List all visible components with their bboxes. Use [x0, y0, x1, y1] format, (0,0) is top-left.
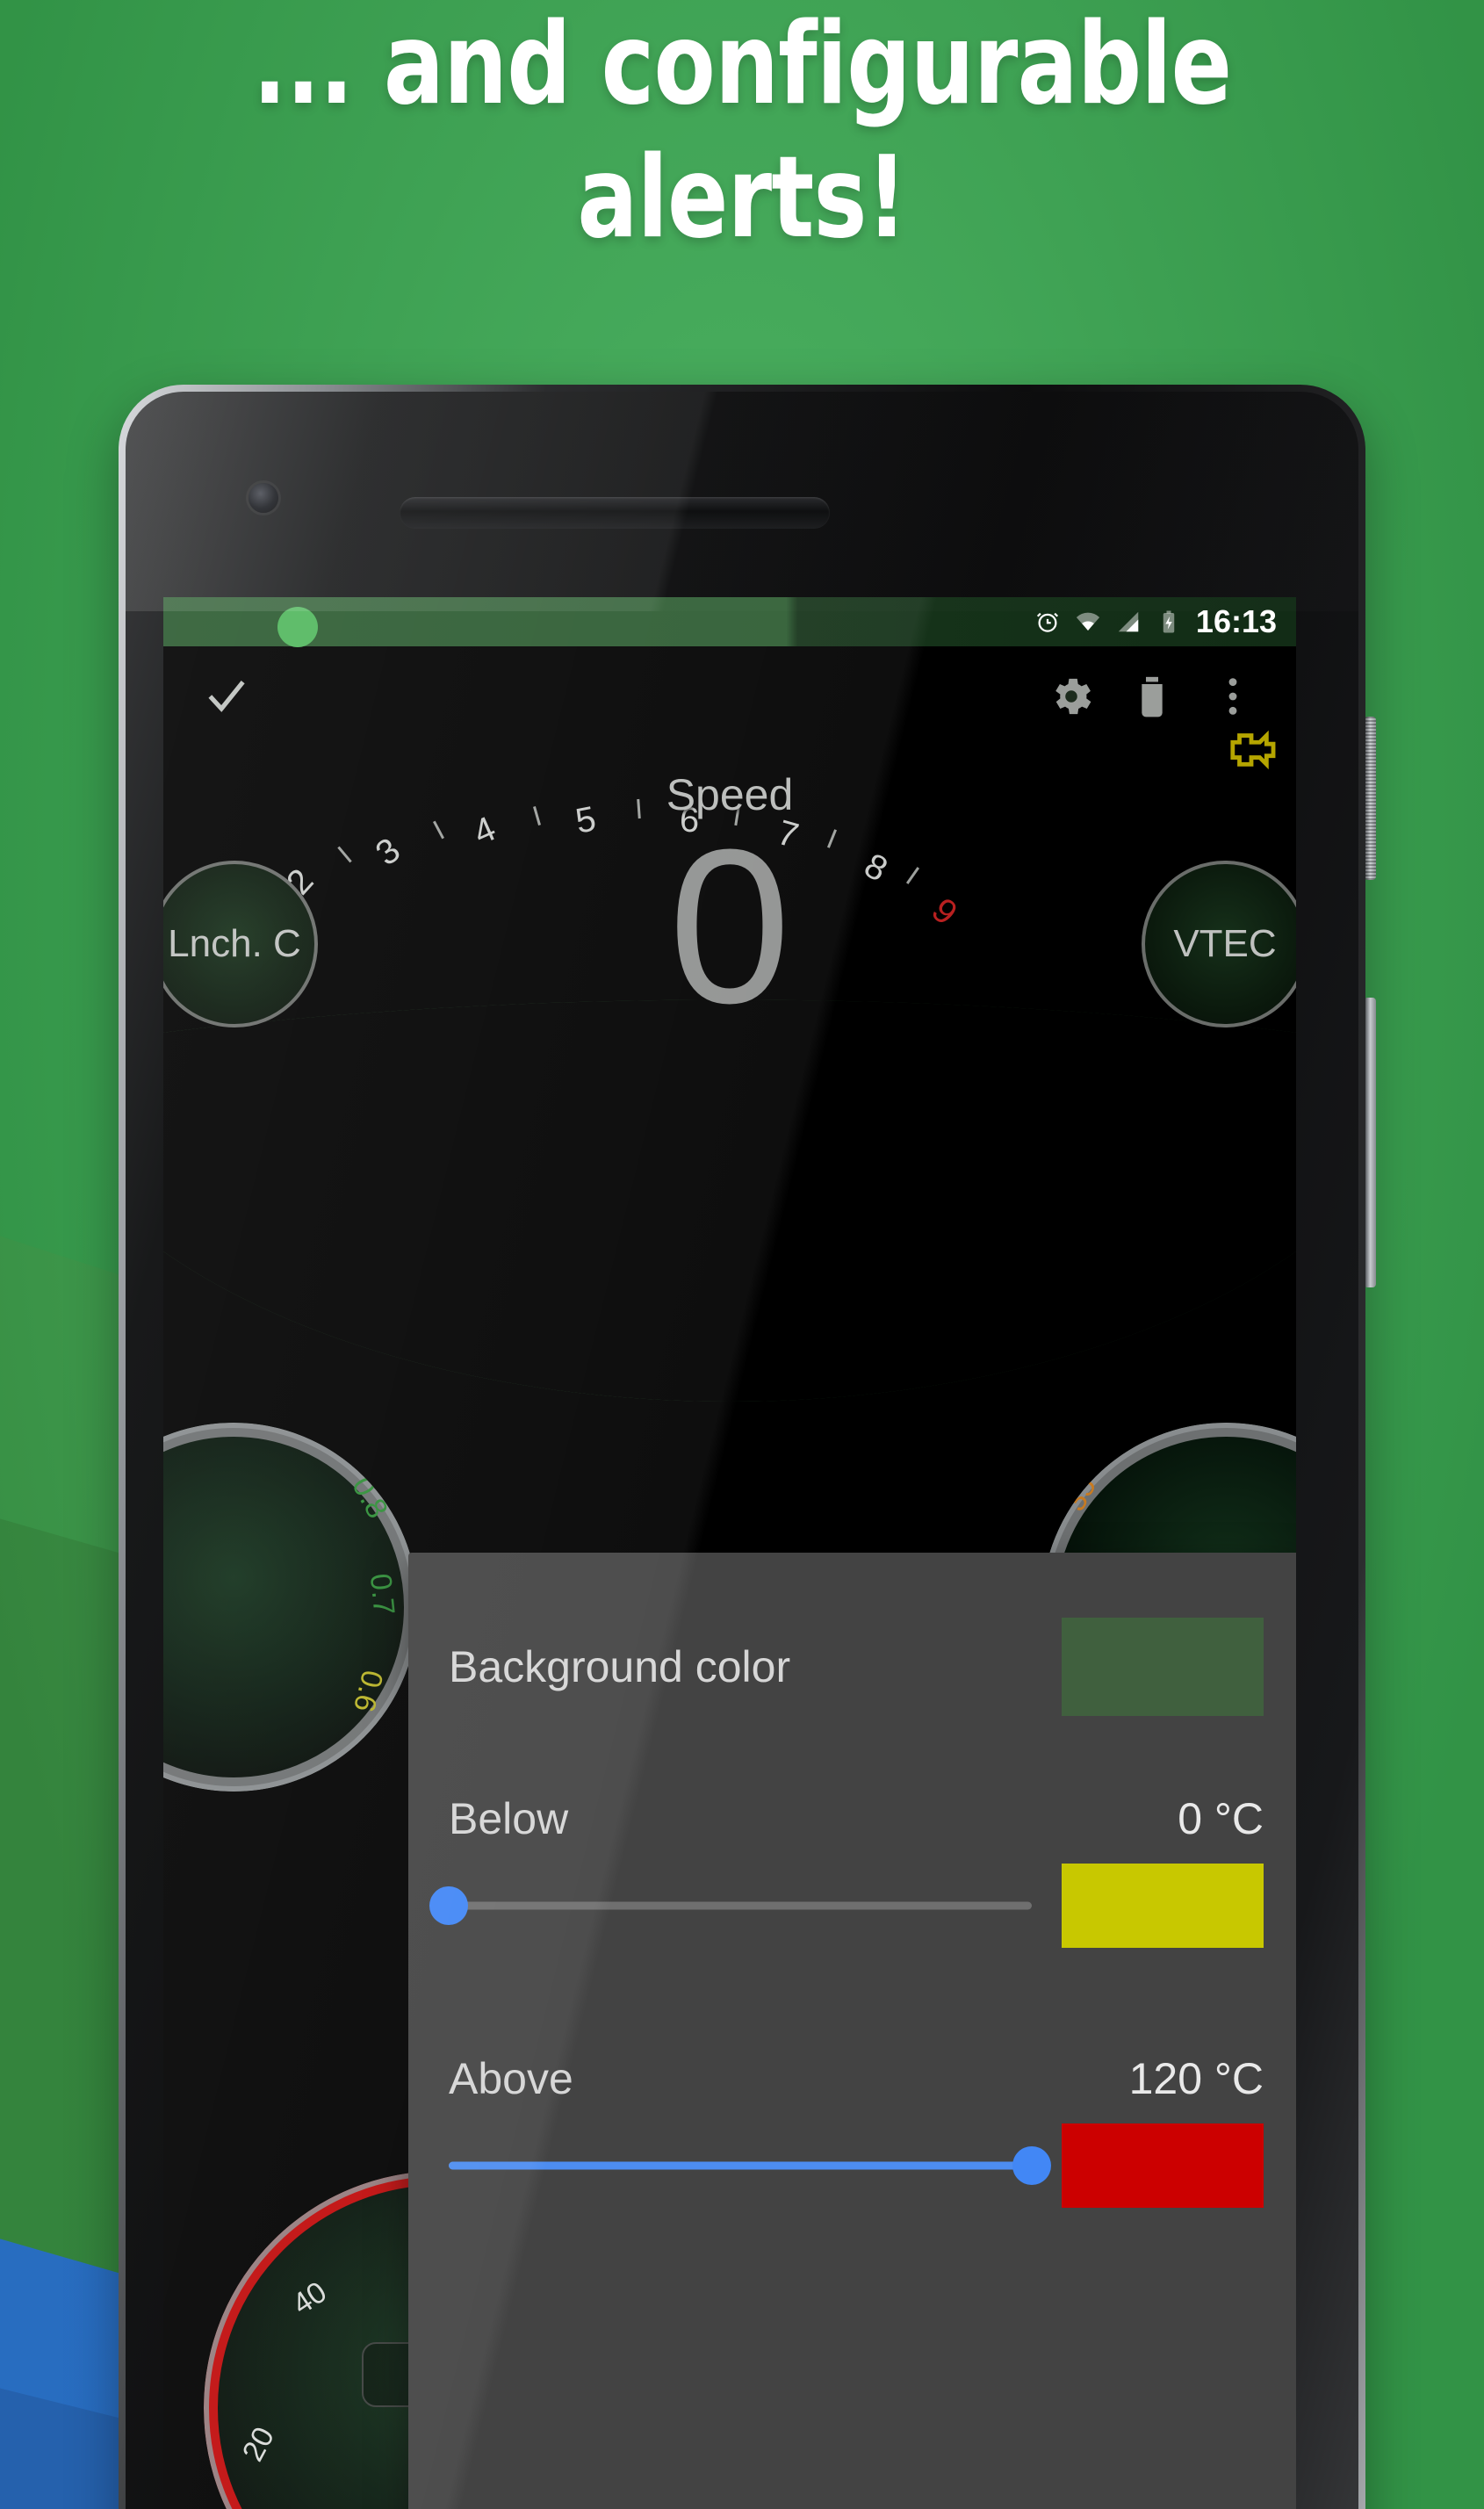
promo-headline: ... and configurable alerts! [148, 9, 1336, 255]
above-value: 120 °C [1128, 2054, 1264, 2103]
dialog-actions: CANCEL OK [408, 2505, 1296, 2509]
above-label: Above [449, 2054, 573, 2103]
above-slider-thumb[interactable] [1012, 2146, 1051, 2185]
above-slider[interactable] [449, 2145, 1051, 2186]
ok-button[interactable]: OK [1141, 2505, 1246, 2509]
below-slider[interactable] [429, 1885, 1032, 1926]
below-label: Below [449, 1794, 569, 1843]
speed-value: 0 [668, 804, 791, 1049]
below-slider-track [449, 1901, 1032, 1910]
settings-button[interactable] [1031, 663, 1112, 730]
phone-power-button[interactable] [1365, 717, 1376, 880]
below-slider-thumb[interactable] [429, 1886, 468, 1925]
below-color-swatch[interactable] [1062, 1864, 1264, 1948]
headline-line-2: alerts! [577, 133, 907, 263]
below-threshold-row: Below 0 °C [449, 1793, 1264, 1844]
gear-icon [1055, 678, 1091, 715]
background-color-label: Background color [449, 1642, 791, 1691]
delete-button[interactable] [1112, 663, 1192, 730]
wifi-icon [1076, 612, 1100, 631]
background-color-swatch[interactable] [1062, 1618, 1264, 1716]
app-toolbar [163, 648, 1296, 745]
vtec-button[interactable]: VTEC [1142, 861, 1296, 1027]
overflow-menu-button[interactable] [1192, 663, 1273, 730]
phone-earpiece-speaker [400, 497, 830, 529]
status-bar-indicator-dot [277, 607, 318, 647]
overflow-menu-icon [1228, 678, 1237, 715]
above-color-swatch[interactable] [1062, 2123, 1264, 2208]
vtec-label: VTEC [1173, 922, 1277, 965]
phone-mockup: 1 2 3 4 5 6 7 8 9 Speed 0 [119, 385, 1376, 2509]
phone-front-camera [249, 483, 278, 513]
confirm-button[interactable] [186, 663, 267, 730]
status-bar: 16:13 [163, 597, 1296, 647]
signal-icon [1118, 611, 1139, 632]
status-bar-clock: 16:13 [1195, 603, 1277, 639]
above-slider-fill [449, 2161, 1032, 2170]
cancel-button[interactable]: CANCEL [897, 2505, 1111, 2509]
spacer-after-background [449, 1716, 1264, 1793]
below-slider-row [429, 1864, 1264, 1948]
headline-line-1: ... and configurable [252, 0, 1232, 130]
battery-charging-icon [1163, 610, 1175, 633]
below-value: 0 °C [1178, 1794, 1264, 1843]
background-color-row[interactable]: Background color [449, 1553, 1264, 1716]
above-threshold-row: Above 120 °C [449, 2053, 1264, 2104]
spacer-between-sliders [449, 1948, 1264, 2053]
above-slider-row [449, 2123, 1264, 2208]
phone-screen: 1 2 3 4 5 6 7 8 9 Speed 0 [163, 597, 1296, 2509]
gauge-lambda[interactable]: 0.8 0.7 0.6 [163, 1423, 418, 1792]
trash-icon [1142, 676, 1163, 717]
launch-control-label: Lnch. C [168, 922, 301, 965]
gauge-tick-0_7: 0.7 [363, 1571, 401, 1617]
phone-volume-button[interactable] [1365, 998, 1376, 1287]
alert-settings-dialog: Background color Below 0 °C Above 120 °C [408, 1553, 1296, 2509]
alarm-icon [1036, 612, 1058, 632]
check-icon [208, 681, 245, 712]
